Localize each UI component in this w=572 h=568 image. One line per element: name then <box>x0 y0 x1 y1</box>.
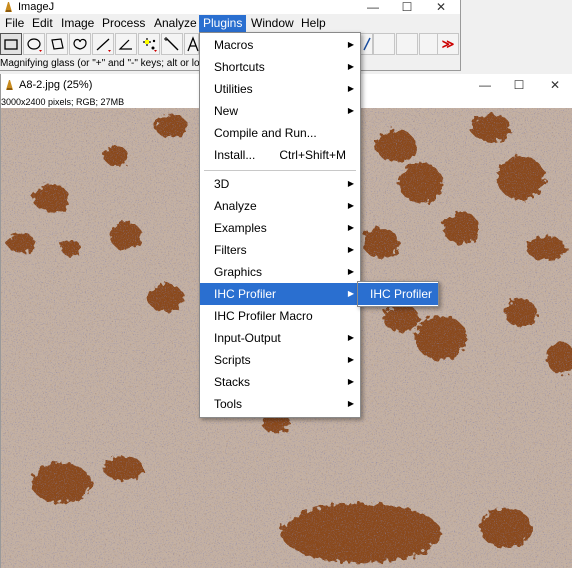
imagej-logo-icon <box>4 79 15 94</box>
wand-tool-icon[interactable] <box>161 33 183 55</box>
shortcut-label: Ctrl+Shift+M <box>279 148 346 162</box>
toolbar-slot-empty[interactable] <box>373 33 395 55</box>
submenu-arrow-icon: ▶ <box>347 333 354 342</box>
imagej-logo-icon <box>3 1 14 16</box>
close-button[interactable]: ✕ <box>548 78 562 92</box>
plugins-dropdown-menu: Macros ▶ Shortcuts ▶ Utilities ▶ New ▶ Compi… <box>199 32 361 418</box>
submenu-arrow-icon: ▶ <box>347 62 354 71</box>
submenu-arrow-icon: ▶ <box>347 267 354 276</box>
toolbar-slot-empty[interactable] <box>396 33 418 55</box>
minimize-button[interactable]: — <box>366 0 380 14</box>
menu-item-input-output[interactable]: Input-Output ▶ <box>200 327 360 349</box>
menu-item-graphics[interactable]: Graphics ▶ <box>200 261 360 283</box>
menu-bar: File Edit Image Process Analyze Plugins … <box>0 15 460 34</box>
submenu-arrow-icon: ▶ <box>347 201 354 210</box>
multipoint-tool-icon[interactable] <box>138 33 160 55</box>
menu-help[interactable]: Help <box>298 15 329 32</box>
menu-item-compile-and-run[interactable]: Compile and Run... <box>200 122 360 144</box>
toolbar-slot[interactable] <box>359 33 373 55</box>
submenu-item-ihc-profiler[interactable]: IHC Profiler <box>358 283 438 305</box>
submenu-arrow-icon: ▶ <box>347 106 354 115</box>
submenu-arrow-icon: ▶ <box>347 289 354 298</box>
minimize-button[interactable]: — <box>478 78 492 92</box>
menu-item-3d[interactable]: 3D ▶ <box>200 173 360 195</box>
ihc-profiler-submenu: IHC Profiler <box>357 281 439 307</box>
submenu-arrow-icon: ▶ <box>347 40 354 49</box>
submenu-arrow-icon: ▶ <box>347 399 354 408</box>
menu-item-analyze[interactable]: Analyze ▶ <box>200 195 360 217</box>
menu-separator <box>204 170 356 171</box>
menu-window[interactable]: Window <box>248 15 297 32</box>
rectangle-tool-icon[interactable] <box>0 33 22 55</box>
menu-image[interactable]: Image <box>58 15 97 32</box>
menu-item-ihc-profiler-macro[interactable]: IHC Profiler Macro <box>200 305 360 327</box>
close-button[interactable]: ✕ <box>434 0 448 14</box>
main-titlebar: ImageJ — ☐ ✕ <box>0 0 460 14</box>
submenu-arrow-icon: ▶ <box>347 245 354 254</box>
menu-item-scripts[interactable]: Scripts ▶ <box>200 349 360 371</box>
more-tools-icon[interactable]: ≫ <box>437 33 459 55</box>
menu-file[interactable]: File <box>2 15 27 32</box>
menu-item-tools[interactable]: Tools ▶ <box>200 393 360 415</box>
submenu-arrow-icon: ▶ <box>347 84 354 93</box>
text-tool-icon[interactable] <box>184 33 199 55</box>
menu-item-shortcuts[interactable]: Shortcuts ▶ <box>200 56 360 78</box>
submenu-arrow-icon: ▶ <box>347 355 354 364</box>
main-window-title: ImageJ <box>18 1 55 13</box>
submenu-arrow-icon: ▶ <box>347 377 354 386</box>
angle-tool-icon[interactable] <box>115 33 137 55</box>
submenu-arrow-icon: ▶ <box>347 179 354 188</box>
menu-item-filters[interactable]: Filters ▶ <box>200 239 360 261</box>
menu-analyze[interactable]: Analyze <box>151 15 200 32</box>
menu-item-examples[interactable]: Examples ▶ <box>200 217 360 239</box>
menu-item-utilities[interactable]: Utilities ▶ <box>200 78 360 100</box>
oval-tool-icon[interactable] <box>23 33 45 55</box>
menu-item-ihc-profiler[interactable]: IHC Profiler ▶ <box>200 283 360 305</box>
menu-item-new[interactable]: New ▶ <box>200 100 360 122</box>
maximize-button[interactable]: ☐ <box>512 78 526 92</box>
menu-item-install[interactable]: Install... Ctrl+Shift+M <box>200 144 360 166</box>
freehand-tool-icon[interactable] <box>69 33 91 55</box>
menu-item-macros[interactable]: Macros ▶ <box>200 34 360 56</box>
menu-edit[interactable]: Edit <box>29 15 56 32</box>
maximize-button[interactable]: ☐ <box>400 0 414 14</box>
submenu-arrow-icon: ▶ <box>347 223 354 232</box>
polygon-tool-icon[interactable] <box>46 33 68 55</box>
menu-process[interactable]: Process <box>99 15 148 32</box>
image-window-title: A8-2.jpg (25%) <box>19 79 93 91</box>
menu-item-stacks[interactable]: Stacks ▶ <box>200 371 360 393</box>
line-tool-icon[interactable] <box>92 33 114 55</box>
